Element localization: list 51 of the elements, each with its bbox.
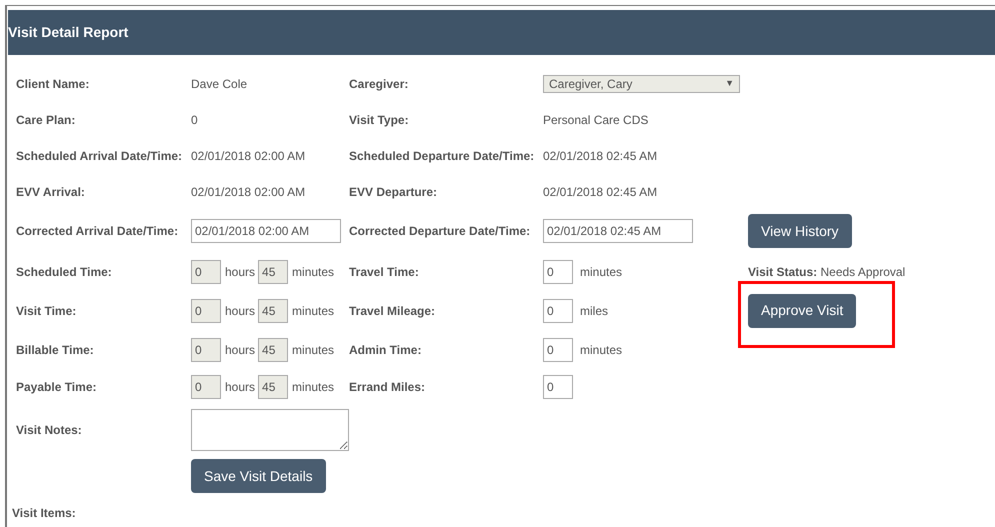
action-button[interactable]: Save Visit Details [191,459,326,493]
input-field[interactable]: 0 [543,260,573,284]
unit-label: hours [225,302,256,320]
report-title: Visit Detail Report [8,23,128,42]
field-value: Dave Cole [191,76,248,93]
unit-label: miles [580,302,608,320]
field-value: 02/01/2018 02:45 AM [543,148,658,165]
field-label: Scheduled Time: [16,264,112,280]
field-label: Client Name: [16,76,90,93]
field-label: Payable Time: [16,379,96,396]
field-label: Visit Time: [16,302,76,320]
field-value: 02/01/2018 02:45 AM [543,184,658,201]
unit-label: hours [225,342,256,358]
notes-field[interactable] [191,409,349,451]
field-label: Travel Mileage: [349,302,436,320]
field-label: Travel Time: [349,264,419,280]
input-field[interactable]: 0 [543,375,573,399]
field-label: Caregiver: [349,76,408,93]
unit-label: minutes [292,379,334,396]
field-label: Errand Miles: [349,379,426,396]
unit-label: hours [225,264,256,280]
unit-label: minutes [292,342,334,358]
field-label: Admin Time: [349,342,422,358]
field-value: Personal Care CDS [543,112,648,129]
field-label: Billable Time: [16,342,94,358]
input-field[interactable]: 02/01/2018 02:45 AM [543,219,693,243]
unit-label: minutes [292,264,334,280]
field-value: 02/01/2018 02:00 AM [191,148,306,165]
unit-label: minutes [580,264,622,280]
field-label: Corrected Departure Date/Time: [349,223,530,240]
field-label: EVV Departure: [349,184,438,201]
field-value: 02/01/2018 02:00 AM [191,184,306,201]
action-button[interactable]: Approve Visit [748,294,856,328]
field-label: Corrected Arrival Date/Time: [16,223,178,240]
field-label: EVV Arrival: [16,184,85,201]
unit-label: hours [225,379,256,396]
field-value: 0 [191,112,198,129]
action-button[interactable]: View History [748,214,852,248]
unit-label: minutes [292,302,334,320]
field-label: Visit Notes: [16,422,82,439]
input-field[interactable]: 0 [543,298,573,322]
input-field[interactable]: 02/01/2018 02:00 AM [191,219,341,243]
field-label: Visit Type: [349,112,409,129]
field-label: Care Plan: [16,112,76,129]
field-label: Scheduled Departure Date/Time: [349,148,534,165]
visit-status: Visit Status: Needs Approval [748,264,906,280]
caregiver-select[interactable]: Caregiver, Cary ▼ [543,75,740,93]
field-label: Scheduled Arrival Date/Time: [16,148,182,165]
input-field[interactable]: 0 [543,338,573,362]
unit-label: minutes [580,342,622,358]
section-title: Visit Items: [12,506,76,520]
